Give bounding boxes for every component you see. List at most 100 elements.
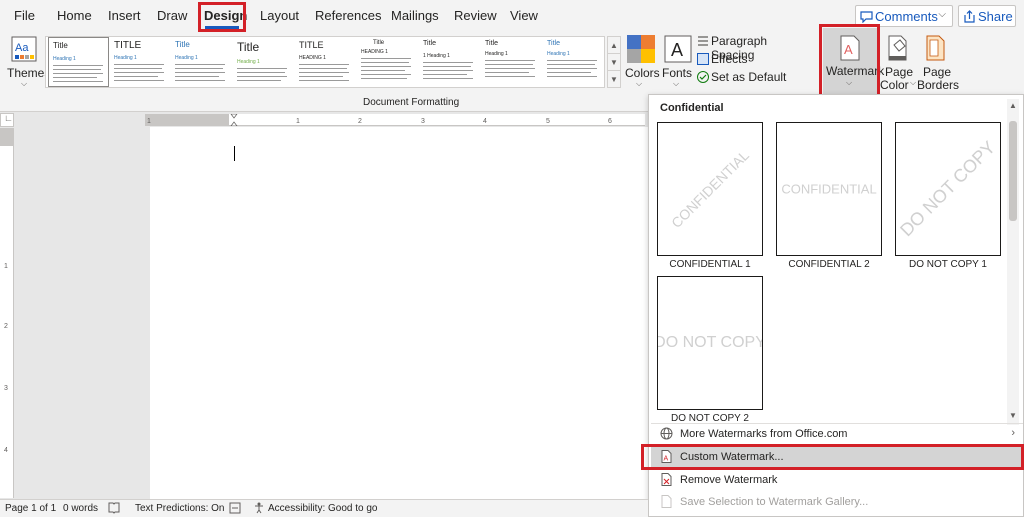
style-title: Title [175,40,190,49]
colors-button[interactable]: Colors ⌵ [624,33,660,93]
svg-text:3: 3 [421,118,425,125]
style-title: Title [237,40,260,54]
page-borders-label-line2: Borders [917,78,960,92]
tab-review[interactable]: Review [454,8,497,23]
tab-file[interactable]: File [14,8,35,23]
style-heading: HEADING 1 [361,49,388,55]
page-color-button[interactable]: Page Color ⌵ [880,33,916,93]
style-option[interactable]: TITLE HEADING 1 [295,37,356,87]
svg-text:1: 1 [147,118,151,125]
themes-button[interactable]: Aa Themes ⌵ [5,33,50,93]
chevron-down-icon: ⌵ [636,79,643,88]
colors-label: Colors [625,66,660,80]
remove-watermark-item[interactable]: Remove Watermark [651,470,1023,492]
colors-icon [627,35,655,63]
watermark-preview-text: DO NOT COPY [657,334,763,351]
ruler-corner[interactable]: ∟ [0,113,14,127]
accessibility-status[interactable]: Accessibility: Good to go [268,503,378,514]
tab-mailings[interactable]: Mailings [391,8,439,23]
save-selection-label: Save Selection to Watermark Gallery... [680,496,869,508]
tab-view[interactable]: View [510,8,538,23]
svg-text:1: 1 [296,118,300,125]
watermark-caption: CONFIDENTIAL 1 [669,259,751,270]
chevron-up-icon[interactable]: ▲ [608,37,620,54]
watermark-preview-text: CONFIDENTIAL [781,181,877,197]
style-heading: Heading 1 [175,55,198,61]
save-selection-item[interactable]: Save Selection to Watermark Gallery... [651,492,1023,514]
page-borders-button[interactable]: Page Borders [917,33,959,93]
more-watermarks-label: More Watermarks from Office.com [680,428,848,440]
checkmark-icon [697,71,709,83]
svg-text:A: A [844,42,853,57]
tab-home[interactable]: Home [57,8,92,23]
dropdown-scrollbar[interactable]: ▲ ▼ [1007,99,1019,425]
share-button[interactable]: Share [958,5,1016,27]
style-title: TITLE [114,40,142,51]
comment-icon [860,11,873,23]
watermark-option-do-not-copy-1[interactable]: DO NOT COPY [895,122,1001,256]
section-header: Confidential [660,102,724,114]
scroll-thumb[interactable] [1009,121,1017,221]
style-option[interactable]: Title HEADING 1 [357,37,418,87]
tab-layout[interactable]: Layout [260,8,299,23]
style-option[interactable]: Title Heading 1 [481,37,542,87]
style-title: TITLE [299,40,324,50]
style-option[interactable]: Title Heading 1 [543,37,604,87]
effects-label: Effects [711,52,748,66]
style-heading: Heading 1 [547,51,570,57]
style-option[interactable]: Title 1 Heading 1 [419,37,480,87]
watermark-option-do-not-copy-2[interactable]: DO NOT COPY [657,276,763,410]
style-option[interactable]: Title Heading 1 [233,37,294,87]
status-bar: Page 1 of 1 0 words Text Predictions: On… [0,499,648,517]
fonts-label: Fonts [662,66,693,80]
horizontal-ruler[interactable]: 1 1 2 3 4 5 6 [145,113,645,127]
tab-references[interactable]: References [315,8,381,23]
set-as-default-button[interactable]: Set as Default [697,70,787,86]
fonts-button[interactable]: A Fonts ⌵ [661,33,695,93]
scroll-up-icon[interactable]: ▲ [1007,101,1019,110]
chevron-down-icon[interactable]: ▼ [608,54,620,71]
accessibility-toggle-icon[interactable] [229,502,241,517]
effects-icon [697,53,709,65]
effects-button[interactable]: Effects [697,52,757,68]
custom-watermark-item[interactable]: A Custom Watermark... [651,447,1023,469]
style-title: Title [423,40,436,47]
watermark-button[interactable]: A Watermark ⌵ [823,28,884,96]
svg-text:2: 2 [4,323,8,330]
document-page[interactable] [150,127,650,499]
svg-text:4: 4 [4,447,8,454]
style-heading: 1 Heading 1 [423,53,450,59]
watermark-icon: A [840,35,860,61]
page-count[interactable]: Page 1 of 1 [5,503,56,514]
tab-draw[interactable]: Draw [157,8,187,23]
text-cursor [234,146,235,161]
active-tab-indicator [205,26,239,29]
scroll-down-icon[interactable]: ▼ [1007,411,1019,420]
text-predictions[interactable]: Text Predictions: On [135,503,224,514]
share-label: Share [978,9,1013,24]
watermark-option-confidential-2[interactable]: CONFIDENTIAL [776,122,882,256]
more-watermarks-item[interactable]: More Watermarks from Office.com › [651,424,1023,446]
proofing-icon[interactable] [108,502,120,517]
style-option[interactable]: TITLE Heading 1 [110,37,171,87]
more-icon[interactable]: ▼ [608,71,620,88]
globe-icon [659,427,673,441]
svg-text:A: A [663,456,668,463]
group-label: Document Formatting [363,97,460,108]
watermark-option-confidential-1[interactable]: CONFIDENTIAL [657,122,763,256]
paragraph-spacing-button[interactable]: Paragraph Spacing [697,34,812,62]
chevron-down-icon: ⌵ [21,79,28,88]
style-heading: HEADING 1 [299,55,326,61]
gallery-scroll[interactable]: ▲ ▼ ▼ [607,36,621,88]
tab-design[interactable]: Design [204,8,247,23]
style-option[interactable]: Title Heading 1 [48,37,109,87]
comments-button[interactable]: Comments ⌵ [855,5,953,27]
chevron-down-icon: ⌵ [846,78,853,87]
page-borders-label-line1: Page [923,65,952,79]
chevron-down-icon: ⌵ [910,78,917,87]
watermark-caption: DO NOT COPY 1 [909,259,987,270]
tab-insert[interactable]: Insert [108,8,141,23]
style-option[interactable]: Title Heading 1 [171,37,232,87]
vertical-ruler[interactable]: 1 2 3 4 [0,128,14,498]
word-count[interactable]: 0 words [63,503,98,514]
